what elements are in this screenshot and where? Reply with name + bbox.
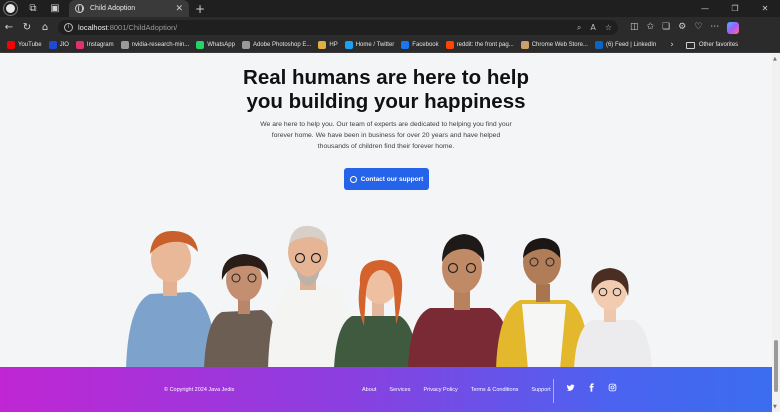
bookmark-item[interactable]: nvidia-research-min... (120, 41, 190, 49)
bookmark-favicon-icon (48, 41, 57, 49)
url-host: localhost (78, 23, 108, 32)
person-7 (574, 268, 652, 369)
close-window-icon[interactable]: ✕ (750, 4, 780, 13)
split-screen-icon[interactable]: ◫ (630, 22, 639, 34)
bookmark-favicon-icon (594, 41, 603, 49)
other-favorites-label: Other favorites (698, 42, 739, 48)
twitter-icon[interactable] (566, 383, 575, 392)
bookmark-label: Chrome Web Store... (531, 42, 588, 48)
bookmark-item[interactable]: Instagram (75, 41, 114, 49)
extensions-icon[interactable]: ⚙ (678, 22, 686, 34)
bookmarks-bar: YouTube JIO Instagram nvidia-research-min..… (0, 38, 780, 53)
bookmark-item[interactable]: HP (318, 41, 338, 49)
toolbar-right-icons: ◫ ✩ ❏ ⚙ ♡ ⋯ (630, 21, 740, 34)
person-1 (126, 230, 218, 369)
bookmark-item[interactable]: WhatsApp (196, 41, 235, 49)
bookmark-item[interactable]: Chrome Web Store... (520, 41, 588, 49)
bookmark-favicon-icon (520, 41, 529, 49)
bookmark-label: Home / Twitter (355, 42, 395, 48)
more-menu-icon[interactable]: ⋯ (710, 22, 719, 34)
bookmark-label: JIO (59, 42, 69, 48)
url-path: :8001/ChildAdoption/ (107, 23, 178, 32)
footer-link-terms[interactable]: Terms & Conditions (471, 387, 519, 393)
footer-divider (553, 379, 554, 403)
bookmark-label: YouTube (18, 42, 42, 48)
bookmark-label: Facebook (412, 42, 439, 48)
new-tab-icon[interactable]: + (195, 2, 205, 16)
bookmark-label: HP (329, 42, 338, 48)
bookmark-label: WhatsApp (207, 42, 235, 48)
folder-icon (685, 41, 695, 49)
address-bar-actions: ⌕ A ☆ (577, 23, 612, 33)
bookmark-item[interactable]: (6) Feed | LinkedIn (594, 41, 657, 49)
copyright-text: © Copyright 2024 Java Jedis (164, 387, 235, 393)
tab-actions-icon[interactable]: ▣ (49, 3, 61, 15)
read-aloud-icon[interactable]: A (590, 23, 595, 33)
bookmark-item[interactable]: Home / Twitter (344, 41, 395, 49)
window-controls: — ❐ ✕ (690, 4, 780, 13)
more-bookmarks-icon[interactable]: › (670, 40, 674, 50)
restore-icon[interactable]: ❐ (720, 4, 750, 13)
workspaces-icon[interactable]: ⧉ (27, 3, 39, 15)
bookmark-label: reddit: the front pag... (456, 42, 514, 48)
bookmark-favicon-icon (344, 41, 353, 49)
bookmark-label: Adobe Photoshop E... (252, 42, 312, 48)
home-icon[interactable]: ⌂ (36, 22, 54, 33)
bookmark-item[interactable]: reddit: the front pag... (445, 41, 514, 49)
browser-tab-bar: ⧉ ▣ Child Adoption ✕ + — ❐ ✕ (0, 0, 780, 17)
close-icon[interactable]: ✕ (175, 4, 183, 14)
favorite-star-icon[interactable]: ☆ (605, 23, 612, 33)
scroll-up-icon[interactable]: ▲ (773, 56, 777, 62)
footer-links: About Services Privacy Policy Terms & Co… (362, 387, 551, 393)
bookmark-item[interactable]: Facebook (401, 41, 439, 49)
footer-link-about[interactable]: About (362, 387, 376, 393)
site-footer: © Copyright 2024 Java Jedis About Servic… (0, 367, 772, 412)
bookmark-favicon-icon (241, 41, 250, 49)
bookmark-item[interactable]: Adobe Photoshop E... (241, 41, 312, 49)
bookmark-favicon-icon (120, 41, 129, 49)
instagram-icon[interactable] (608, 383, 617, 392)
profile-avatar-icon[interactable] (4, 2, 17, 15)
scroll-down-icon[interactable]: ▼ (773, 404, 777, 410)
bookmark-label: (6) Feed | LinkedIn (605, 42, 657, 48)
scrollbar-thumb[interactable] (774, 340, 778, 392)
bookmark-label: Instagram (86, 42, 114, 48)
minimize-icon[interactable]: — (690, 4, 720, 13)
bookmark-favicon-icon (318, 41, 327, 49)
bookmark-item[interactable]: YouTube (7, 41, 42, 49)
bookmark-favicon-icon (445, 41, 454, 49)
collections-icon[interactable]: ❏ (662, 22, 670, 34)
footer-link-privacy[interactable]: Privacy Policy (423, 387, 457, 393)
address-bar[interactable]: i localhost :8001/ChildAdoption/ ⌕ A ☆ (58, 20, 618, 35)
page-scrollbar[interactable]: ▲ ▼ (772, 54, 780, 412)
bookmark-favicon-icon (7, 41, 15, 49)
copilot-icon[interactable] (727, 21, 740, 34)
bookmark-label: nvidia-research-min... (131, 42, 190, 48)
social-links (566, 383, 617, 392)
footer-link-support[interactable]: Support (531, 387, 550, 393)
bookmark-item[interactable]: JIO (48, 41, 69, 49)
browser-essentials-icon[interactable]: ♡ (694, 22, 702, 34)
favorites-icon[interactable]: ✩ (647, 22, 655, 34)
team-group-photo (126, 225, 652, 369)
refresh-icon[interactable]: ↻ (18, 22, 36, 33)
bookmark-favicon-icon (196, 41, 205, 49)
other-favorites-folder[interactable]: Other favorites (685, 41, 739, 49)
zoom-icon[interactable]: ⌕ (577, 23, 581, 33)
page-viewport: Real humans are here to help you buildin… (0, 54, 772, 412)
browser-tab-active[interactable]: Child Adoption ✕ (69, 0, 189, 17)
globe-icon (75, 4, 84, 13)
address-toolbar: ← ↻ ⌂ i localhost :8001/ChildAdoption/ ⌕… (0, 17, 780, 38)
bookmark-favicon-icon (75, 41, 84, 49)
back-icon[interactable]: ← (0, 22, 18, 33)
facebook-icon[interactable] (587, 383, 596, 392)
bookmark-favicon-icon (401, 41, 410, 49)
tab-title: Child Adoption (90, 5, 136, 12)
site-info-icon[interactable]: i (64, 23, 73, 32)
person-6 (496, 238, 590, 369)
footer-link-services[interactable]: Services (389, 387, 410, 393)
